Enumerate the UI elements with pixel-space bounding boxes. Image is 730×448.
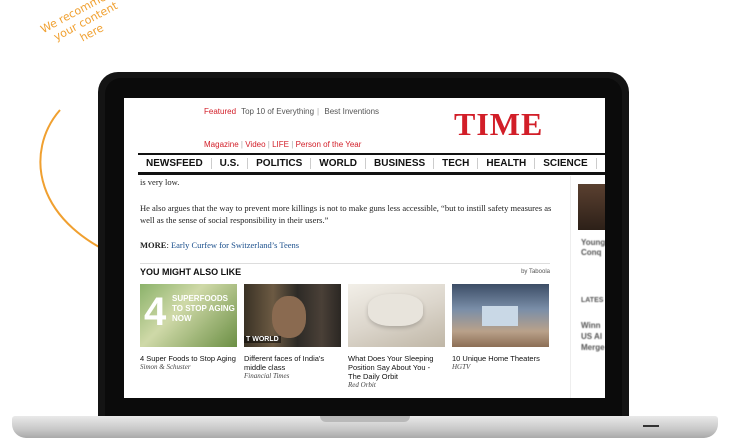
card-title[interactable]: 10 Unique Home Theaters xyxy=(452,354,549,363)
link-life[interactable]: LIFE xyxy=(272,140,289,149)
laptop-led xyxy=(643,425,659,427)
thumb-caption: SUPERFOODS TO STOP AGING NOW xyxy=(172,294,235,323)
card-title[interactable]: Different faces of India's middle class xyxy=(244,354,341,372)
sidebar-image[interactable] xyxy=(578,184,605,230)
nav-politics[interactable]: POLITICS xyxy=(248,158,312,169)
web-page: Featured Top 10 of Everything | Best Inve… xyxy=(124,98,605,398)
nav-world[interactable]: WORLD xyxy=(311,158,367,169)
main-nav: NEWSFEED U.S. POLITICS WORLD BUSINESS TE… xyxy=(138,153,605,175)
card-source: Financial Times xyxy=(244,372,290,380)
nav-business[interactable]: BUSINESS xyxy=(366,158,435,169)
article-paragraph: is very low. xyxy=(140,177,180,187)
link-video[interactable]: Video xyxy=(245,140,265,149)
sidebar-text[interactable]: US Al xyxy=(581,332,602,342)
recommendation-card[interactable]: What Does Your Sleeping Position Say Abo… xyxy=(348,284,445,390)
more-link[interactable]: Early Curfew for Switzerland’s Teens xyxy=(171,240,299,250)
nav-newsfeed[interactable]: NEWSFEED xyxy=(138,158,212,169)
link-featured[interactable]: Featured xyxy=(204,107,236,116)
card-thumbnail[interactable] xyxy=(348,284,445,347)
link-person-of-year[interactable]: Person of the Year xyxy=(296,140,362,149)
card-thumbnail[interactable]: 4 SUPERFOODS TO STOP AGING NOW xyxy=(140,284,237,347)
card-title[interactable]: 4 Super Foods to Stop Aging xyxy=(140,354,237,363)
sidebar-text[interactable]: Winn xyxy=(581,321,600,331)
more-label: MORE xyxy=(140,240,167,250)
sidebar-heading: LATES xyxy=(581,297,604,304)
sidebar-text[interactable]: Merge xyxy=(581,343,605,353)
link-top10[interactable]: Top 10 of Everything xyxy=(241,107,314,116)
taboola-credit[interactable]: by Taboola xyxy=(521,269,550,275)
sidebar-text[interactable]: Young xyxy=(581,238,605,248)
laptop-notch xyxy=(320,416,410,422)
thumb-number: 4 xyxy=(144,290,167,334)
sidebar-text[interactable]: Conq xyxy=(581,248,601,258)
card-source: Simon & Schuster xyxy=(140,363,191,371)
top-links: Featured Top 10 of Everything | Best Inve… xyxy=(204,107,380,116)
article-paragraph: He also argues that the way to prevent m… xyxy=(140,203,552,225)
time-logo[interactable]: TIME xyxy=(454,106,543,143)
recommendation-card[interactable]: 4 SUPERFOODS TO STOP AGING NOW 4 Super F… xyxy=(140,284,237,372)
card-thumbnail[interactable]: T WORLD xyxy=(244,284,341,347)
nav-health[interactable]: HEALTH xyxy=(478,158,536,169)
nav-us[interactable]: U.S. xyxy=(212,158,249,169)
card-source: Red Orbit xyxy=(348,381,376,389)
nav-science[interactable]: SCIENCE xyxy=(535,158,597,169)
more-line: MORE: Early Curfew for Switzerland’s Tee… xyxy=(140,240,300,250)
sidebar: Young Conq LATES Winn US Al Merge xyxy=(570,176,605,398)
recommendation-card[interactable]: 10 Unique Home Theaters HGTV xyxy=(452,284,549,372)
link-magazine[interactable]: Magazine xyxy=(204,140,239,149)
nav-entertainment[interactable]: ENTERTA xyxy=(597,158,606,169)
card-source: HGTV xyxy=(452,363,471,371)
thumb-caption: T WORLD xyxy=(244,336,281,343)
section-links: Magazine | Video | LIFE | Person of the … xyxy=(204,140,362,149)
recommendations-header: YOU MIGHT ALSO LIKE by Taboola xyxy=(140,263,550,277)
nav-tech[interactable]: TECH xyxy=(434,158,479,169)
link-best-inventions[interactable]: Best Inventions xyxy=(324,107,379,116)
card-title[interactable]: What Does Your Sleeping Position Say Abo… xyxy=(348,354,445,381)
card-thumbnail[interactable] xyxy=(452,284,549,347)
recommendations-title: YOU MIGHT ALSO LIKE xyxy=(140,267,242,277)
recommendation-card[interactable]: T WORLD Different faces of India's middl… xyxy=(244,284,341,381)
